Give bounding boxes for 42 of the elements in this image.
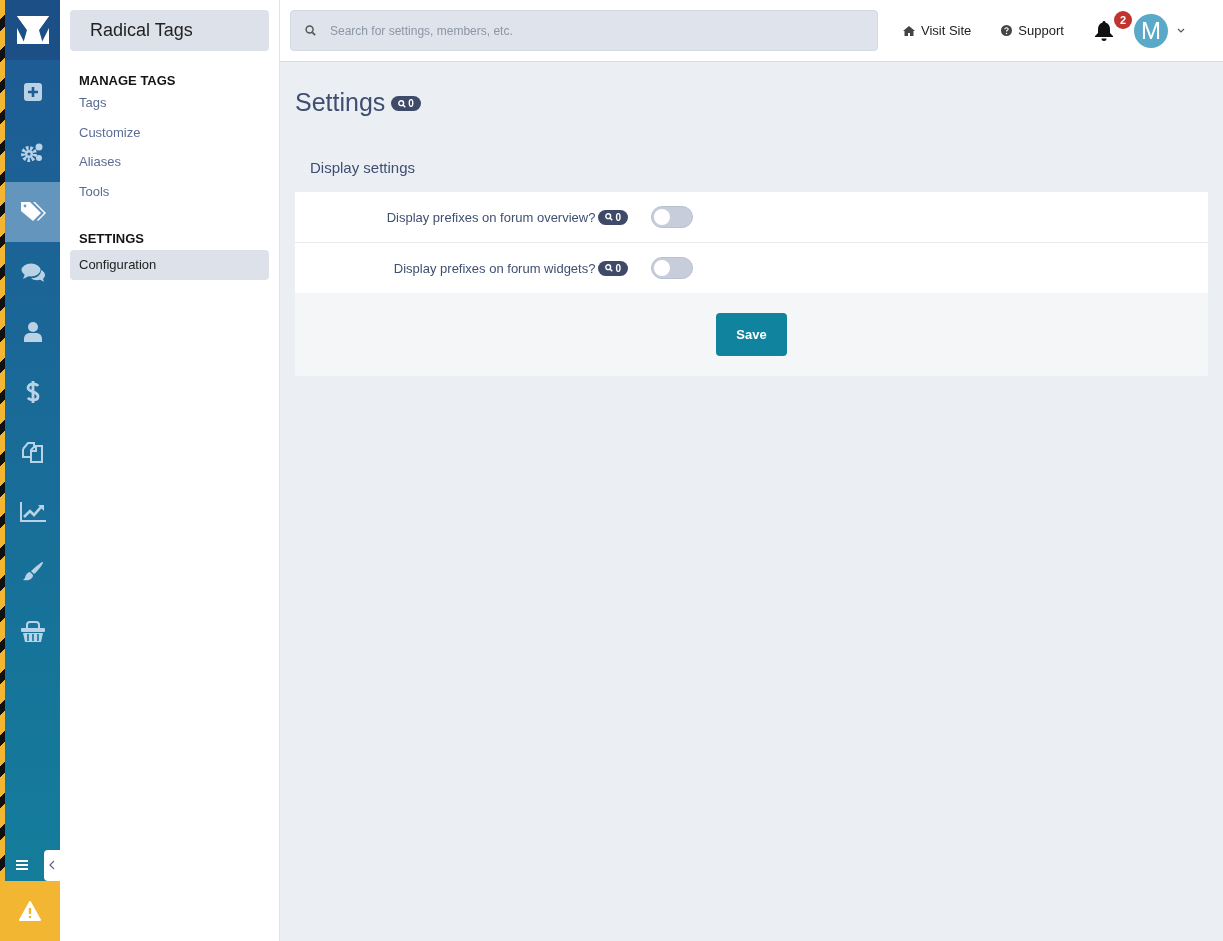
toggle-switch[interactable]: [651, 257, 693, 279]
sidebar-item[interactable]: Configuration: [70, 250, 269, 280]
tags-icon: [19, 201, 46, 223]
menu-icon[interactable]: [16, 860, 28, 870]
chevron-icon: [49, 860, 55, 870]
save-button[interactable]: Save: [716, 313, 787, 356]
chat-icon: [20, 262, 45, 282]
line-chart-icon: [19, 502, 46, 522]
caret-icon[interactable]: [1176, 28, 1185, 33]
top-link[interactable]: Support: [1001, 23, 1064, 38]
top-link[interactable]: Visit Site: [903, 23, 972, 38]
search-field[interactable]: Search for settings, members, etc.: [290, 10, 878, 51]
count-badge: 0: [598, 260, 628, 276]
addon-title[interactable]: Radical Tags: [70, 10, 269, 51]
sidebar-item[interactable]: Aliases: [70, 147, 269, 177]
count-badge: 0: [391, 96, 421, 111]
plus-icon: [22, 82, 43, 102]
count-badge: 0: [598, 209, 628, 225]
home-icon: [903, 25, 915, 36]
paintbrush-icon: [20, 561, 45, 583]
section-title: Display settings: [309, 158, 417, 178]
nav-button[interactable]: [5, 182, 60, 242]
notification-badge: 2: [1114, 11, 1132, 29]
sidebar-item[interactable]: Customize: [70, 117, 269, 147]
section-heading: MANAGE TAGS: [78, 72, 177, 88]
page-title: Settings: [295, 88, 386, 117]
gears-icon: [20, 141, 45, 163]
basket-icon: [19, 621, 46, 643]
sidebar-item[interactable]: Tools: [70, 176, 269, 206]
bell-icon[interactable]: [1093, 19, 1114, 42]
section-heading: SETTINGS: [78, 230, 145, 248]
toggle-switch[interactable]: [651, 206, 693, 228]
user-icon: [23, 322, 42, 342]
collapse-button[interactable]: [44, 849, 60, 881]
option-label: Display prefixes on forum overview?: [386, 209, 596, 225]
warning-icon: [19, 901, 41, 921]
help-icon: [1001, 25, 1013, 36]
documents-icon: [20, 441, 45, 463]
dollar-icon: [25, 380, 40, 404]
sidebar-item[interactable]: Tags: [70, 88, 269, 118]
search-icon: [305, 25, 316, 36]
option-label: Display prefixes on forum widgets?: [393, 260, 596, 276]
